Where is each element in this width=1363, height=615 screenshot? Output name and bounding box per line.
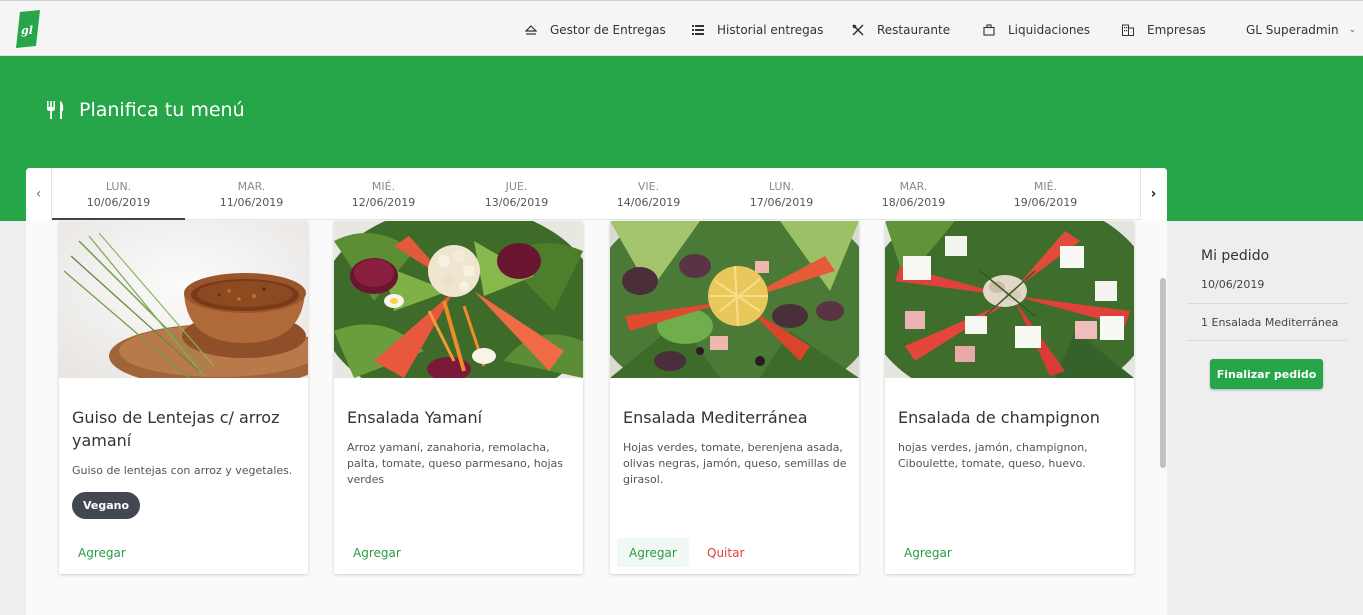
dish-photo <box>334 221 583 378</box>
nav-label: Historial entregas <box>717 23 824 37</box>
day-tabs: ‹ LUN. 10/06/2019 MAR. 11/06/2019 MIÉ. 1… <box>26 168 1167 220</box>
tab-day-6[interactable]: MAR. 18/06/2019 <box>847 168 980 220</box>
order-entry: 1 Ensalada Mediterránea <box>1201 316 1339 329</box>
nav-label: Empresas <box>1147 23 1206 37</box>
tab-day-date: 14/06/2019 <box>616 196 681 209</box>
tab-day-5[interactable]: LUN. 17/06/2019 <box>715 168 848 220</box>
dish-name: Ensalada Yamaní <box>347 408 483 427</box>
tab-day-name: MIÉ. <box>371 180 396 193</box>
chevron-down-icon: ⌄ <box>1348 25 1357 35</box>
list-icon <box>691 23 705 37</box>
page-title: Planifica tu menú <box>46 99 245 121</box>
nav-label: Gestor de Entregas <box>550 23 666 37</box>
tab-day-name: MIÉ. <box>1033 180 1058 193</box>
menu-item-card: Guiso de Lentejas c/ arroz yamaní Guiso … <box>59 221 308 574</box>
tab-day-date: 19/06/2019 <box>1013 196 1078 209</box>
finalize-order-button[interactable]: Finalizar pedido <box>1210 359 1323 389</box>
tab-day-3[interactable]: JUE. 13/06/2019 <box>450 168 583 220</box>
add-button[interactable]: Agregar <box>617 538 689 567</box>
scrollbar-thumb[interactable] <box>1160 278 1166 468</box>
nav-label: Liquidaciones <box>1008 23 1091 37</box>
tab-day-name: MAR. <box>237 180 266 193</box>
tab-day-date: 11/06/2019 <box>219 196 284 209</box>
tab-day-date: 12/06/2019 <box>351 196 416 209</box>
dish-description: Hojas verdes, tomate, berenjena asada, o… <box>623 441 847 486</box>
chevron-left-icon: ‹ <box>35 186 42 202</box>
nav-label: Restaurante <box>877 23 951 37</box>
dish-description: Guiso de lentejas con arroz y vegetales. <box>72 464 293 477</box>
page-title-text: Planifica tu menú <box>79 99 245 121</box>
tab-day-name: VIE. <box>637 180 660 193</box>
gl-logo[interactable]: gl <box>16 10 40 48</box>
tab-day-1[interactable]: MAR. 11/06/2019 <box>185 168 318 220</box>
order-date: 10/06/2019 <box>1201 278 1265 291</box>
nav-liquidaciones[interactable]: Liquidaciones <box>982 21 1090 39</box>
remove-button[interactable]: Quitar <box>695 538 756 567</box>
dish-photo <box>610 221 859 378</box>
scrollbar[interactable] <box>1158 220 1167 615</box>
tab-day-name: MAR. <box>899 180 928 193</box>
menu-item-card: Ensalada Yamaní Arroz yamaní, zanahoria,… <box>334 221 583 574</box>
order-title: Mi pedido <box>1201 248 1270 264</box>
menu-item-card: Ensalada de champignon hojas verdes, jam… <box>885 221 1134 574</box>
divider <box>1187 303 1347 304</box>
chevron-right-icon: › <box>1150 186 1157 202</box>
top-navbar: gl Gestor de Entregas Historial entregas… <box>0 0 1363 56</box>
divider <box>1187 340 1347 341</box>
nav-empresas[interactable]: Empresas <box>1121 21 1206 39</box>
tabs-prev-button[interactable]: ‹ <box>26 168 52 220</box>
dish-name: Ensalada de champignon <box>898 408 1100 427</box>
vegan-badge: Vegano <box>72 492 141 519</box>
utensils-icon <box>46 100 66 120</box>
dish-description: hojas verdes, jamón, champignon, Ciboule… <box>898 441 1088 470</box>
add-button[interactable]: Agregar <box>341 538 413 567</box>
tab-day-name: LUN. <box>768 180 795 193</box>
dish-description: Arroz yamaní, zanahoria, remolacha, palt… <box>347 441 564 486</box>
tab-day-name: JUE. <box>505 180 528 193</box>
tab-day-4[interactable]: VIE. 14/06/2019 <box>582 168 715 220</box>
tab-day-7[interactable]: MIÉ. 19/06/2019 <box>979 168 1112 220</box>
logo-text: gl <box>21 24 33 37</box>
nav-gestor-de-entregas[interactable]: Gestor de Entregas <box>524 21 666 39</box>
dish-photo <box>59 221 308 378</box>
eject-icon <box>524 23 538 37</box>
utensils-crossed-icon <box>851 23 865 37</box>
dish-name: Guiso de Lentejas c/ arroz yamaní <box>72 408 280 450</box>
tab-day-date: 18/06/2019 <box>881 196 946 209</box>
tab-day-date: 13/06/2019 <box>484 196 549 209</box>
tab-day-name: LUN. <box>105 180 132 193</box>
building-icon <box>1121 23 1135 37</box>
tab-day-0[interactable]: LUN. 10/06/2019 <box>52 168 185 220</box>
tab-day-date: 10/06/2019 <box>86 196 151 209</box>
add-button[interactable]: Agregar <box>892 538 964 567</box>
nav-historial-entregas[interactable]: Historial entregas <box>691 21 823 39</box>
tabs-next-button[interactable]: › <box>1140 168 1166 220</box>
nav-restaurante[interactable]: Restaurante <box>851 21 950 39</box>
user-name: GL Superadmin <box>1246 23 1339 37</box>
add-button[interactable]: Agregar <box>66 538 138 567</box>
user-menu[interactable]: GL Superadmin ⌄ <box>1246 21 1356 39</box>
dish-photo <box>885 221 1134 378</box>
tab-day-2[interactable]: MIÉ. 12/06/2019 <box>317 168 450 220</box>
tab-day-date: 17/06/2019 <box>749 196 814 209</box>
dish-name: Ensalada Mediterránea <box>623 408 808 427</box>
briefcase-icon <box>982 23 996 37</box>
menu-item-card: Ensalada Mediterránea Hojas verdes, toma… <box>610 221 859 574</box>
